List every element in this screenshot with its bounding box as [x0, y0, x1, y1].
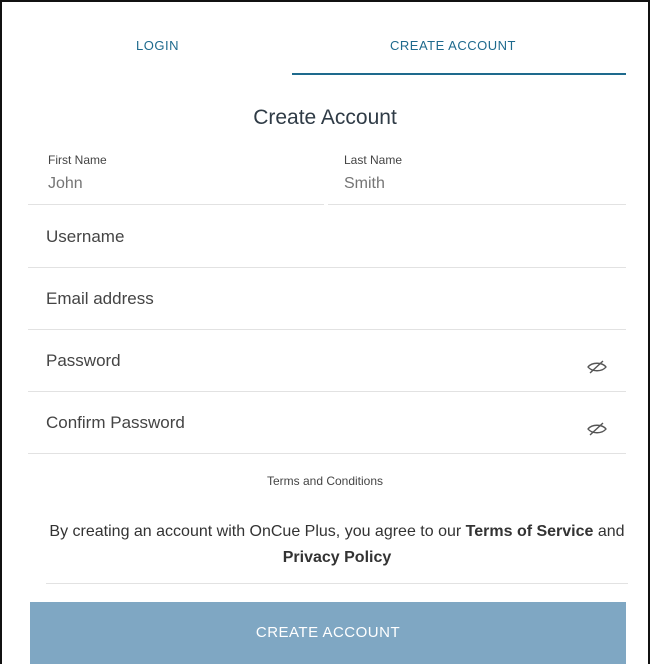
eye-slash-icon[interactable] [586, 359, 608, 375]
terms-text-prefix: By creating an account with OnCue Plus, … [49, 523, 466, 540]
password-field[interactable]: Password [28, 329, 626, 392]
terms-text: By creating an account with OnCue Plus, … [46, 519, 628, 571]
confirm-password-field[interactable]: Confirm Password [28, 391, 626, 454]
privacy-policy-link[interactable]: Privacy Policy [283, 549, 392, 566]
last-name-label: Last Name [344, 153, 403, 167]
password-label: Password [46, 351, 121, 370]
terms-text-mid: and [593, 523, 625, 540]
terms-heading: Terms and Conditions [266, 474, 384, 488]
tab-login[interactable]: LOGIN [136, 38, 179, 53]
eye-slash-icon[interactable] [586, 421, 608, 437]
active-tab-indicator [292, 73, 626, 75]
username-label: Username [46, 227, 125, 246]
terms-of-service-link[interactable]: Terms of Service [466, 523, 594, 540]
auth-tabs: LOGIN CREATE ACCOUNT [2, 2, 648, 76]
terms-divider [46, 583, 628, 584]
form-title: Create Account [253, 106, 397, 129]
create-account-button[interactable]: CREATE ACCOUNT [30, 602, 626, 664]
username-field[interactable]: Username [28, 205, 626, 268]
create-account-panel: LOGIN CREATE ACCOUNT Create Account Firs… [0, 0, 650, 664]
tab-create-account[interactable]: CREATE ACCOUNT [390, 38, 516, 53]
confirm-password-label: Confirm Password [46, 413, 185, 432]
first-name-input[interactable] [48, 174, 248, 194]
email-label: Email address [46, 289, 154, 308]
last-name-input[interactable] [344, 174, 544, 194]
first-name-label: First Name [48, 153, 107, 167]
email-field[interactable]: Email address [28, 267, 626, 330]
